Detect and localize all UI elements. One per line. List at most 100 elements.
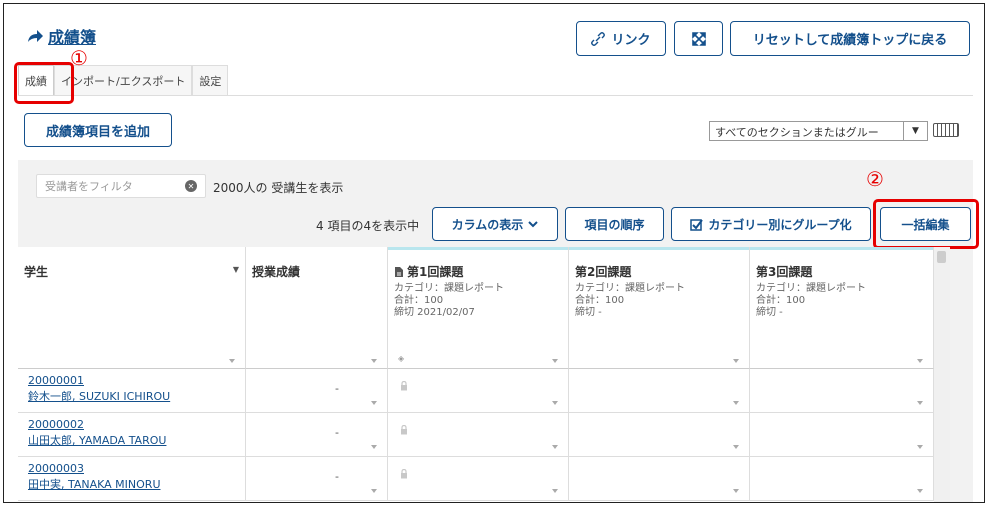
cell-menu-icon[interactable] bbox=[552, 489, 558, 493]
student-id-link[interactable]: 20000003 bbox=[28, 462, 84, 475]
course-grade-value: - bbox=[335, 426, 339, 439]
vertical-scrollbar[interactable] bbox=[934, 247, 950, 502]
assignment-3-due: 締切 - bbox=[756, 307, 783, 318]
student-id-link[interactable]: 20000002 bbox=[28, 418, 84, 431]
cell-menu-icon[interactable] bbox=[917, 489, 923, 493]
share-arrow-icon bbox=[28, 30, 43, 42]
student-name-link[interactable]: 鈴木一郎, SUZUKI ICHIROU bbox=[28, 388, 170, 404]
column-menu-icon[interactable] bbox=[229, 359, 235, 363]
cell-menu-icon[interactable] bbox=[917, 401, 923, 405]
tab-divider bbox=[18, 95, 973, 96]
table-row: 20000003 田中実, TANAKA MINORU - bbox=[18, 457, 934, 501]
column-display-label: カラムの表示 bbox=[451, 217, 524, 232]
item-order-button[interactable]: 項目の順序 bbox=[565, 207, 664, 241]
cell-menu-icon[interactable] bbox=[552, 445, 558, 449]
column-course-grade-label: 授業成績 bbox=[252, 265, 301, 279]
group-by-category-label: カテゴリー別にグループ化 bbox=[708, 217, 852, 232]
cell-menu-icon[interactable] bbox=[371, 401, 377, 405]
tab-settings[interactable]: 設定 bbox=[192, 65, 229, 95]
student-id-link[interactable]: 20000001 bbox=[28, 374, 84, 387]
column-menu-icon[interactable] bbox=[917, 359, 923, 363]
column-header-course-grade[interactable]: 授業成績 bbox=[246, 247, 388, 369]
add-gradebook-item-button[interactable]: 成績簿項目を追加 bbox=[24, 113, 172, 147]
student-cell: 20000002 山田太郎, YAMADA TAROU bbox=[18, 413, 246, 457]
course-grade-value: - bbox=[335, 470, 339, 483]
column-header-assignment-2[interactable]: 第2回課題 カテゴリ：課題レポート 合計：100 締切 - bbox=[569, 247, 750, 369]
column-header-assignment-1[interactable]: 第1回課題 カテゴリ：課題レポート 合計：100 締切 2021/02/07 ◈ bbox=[388, 247, 569, 369]
grade-cell[interactable] bbox=[750, 369, 934, 413]
student-filter-input[interactable]: 受講者をフィルタ ✕ bbox=[36, 174, 206, 198]
clear-icon[interactable]: ✕ bbox=[185, 180, 197, 192]
course-grade-value: - bbox=[335, 382, 339, 395]
assignment-1-due: 締切 2021/02/07 bbox=[394, 307, 475, 318]
items-showing-text: 4 項目の4を表示中 bbox=[316, 219, 420, 233]
column-menu-icon[interactable] bbox=[552, 359, 558, 363]
group-by-category-button[interactable]: カテゴリー別にグループ化 bbox=[671, 207, 871, 241]
scrollbar-thumb[interactable] bbox=[937, 251, 946, 263]
section-group-select[interactable]: すべてのセクションまたはグルー ▼ bbox=[709, 121, 928, 141]
course-grade-cell[interactable]: - bbox=[246, 413, 388, 457]
cell-menu-icon[interactable] bbox=[917, 445, 923, 449]
checkbox-icon bbox=[690, 218, 704, 231]
grade-cell[interactable] bbox=[569, 413, 750, 457]
item-order-label: 項目の順序 bbox=[584, 217, 645, 232]
assignment-2-due: 締切 - bbox=[575, 307, 602, 318]
link-icon bbox=[591, 31, 606, 46]
column-menu-icon[interactable] bbox=[371, 359, 377, 363]
grades-table: 学生 ▼ 授業成績 第1回課題 カテゴリ：課題レポート 合計：100 締切 20… bbox=[18, 247, 948, 502]
lock-icon bbox=[401, 469, 407, 479]
reset-button-label: リセットして成績簿トップに戻る bbox=[752, 33, 948, 48]
gradebook-window: 成績簿 リンク リセットして成績簿トップに戻る 成績 インポート/エクスポート … bbox=[3, 3, 985, 503]
column-header-student[interactable]: 学生 ▼ bbox=[18, 247, 246, 369]
page-title: 成績簿 bbox=[26, 24, 96, 48]
student-name-link[interactable]: 山田太郎, YAMADA TAROU bbox=[28, 432, 166, 448]
assignment-3-name: 第3回課題 bbox=[756, 265, 813, 279]
cell-menu-icon[interactable] bbox=[371, 445, 377, 449]
chevron-down-icon bbox=[528, 221, 539, 228]
assignment-2-total: 合計：100 bbox=[575, 295, 625, 306]
table-row: 20000002 山田太郎, YAMADA TAROU - bbox=[18, 413, 934, 457]
student-count-text: 2000人の 受講生を表示 bbox=[213, 181, 344, 195]
student-name-link[interactable]: 田中実, TANAKA MINORU bbox=[28, 476, 161, 492]
cell-menu-icon[interactable] bbox=[733, 401, 739, 405]
assignment-1-category: カテゴリ：課題レポート bbox=[394, 283, 504, 294]
grade-cell[interactable] bbox=[569, 369, 750, 413]
student-cell: 20000001 鈴木一郎, SUZUKI ICHIROU bbox=[18, 369, 246, 413]
section-select-value: すべてのセクションまたはグルー bbox=[715, 126, 879, 139]
student-cell: 20000003 田中実, TANAKA MINORU bbox=[18, 457, 246, 501]
grade-cell[interactable] bbox=[750, 413, 934, 457]
assignment-1-total: 合計：100 bbox=[394, 295, 444, 306]
assignment-3-category: カテゴリ：課題レポート bbox=[756, 283, 866, 294]
fullscreen-button[interactable] bbox=[674, 21, 723, 56]
tab-import-export-label: インポート/エクスポート bbox=[61, 74, 186, 88]
grade-cell[interactable] bbox=[388, 369, 569, 413]
link-button-label: リンク bbox=[611, 33, 651, 48]
annotation-2: ② bbox=[866, 167, 884, 191]
grade-cell[interactable] bbox=[388, 413, 569, 457]
column-display-button[interactable]: カラムの表示 bbox=[432, 207, 558, 241]
cell-menu-icon[interactable] bbox=[733, 489, 739, 493]
grade-cell[interactable] bbox=[569, 457, 750, 501]
keyboard-icon[interactable] bbox=[933, 123, 959, 137]
table-row: 20000001 鈴木一郎, SUZUKI ICHIROU - bbox=[18, 369, 934, 413]
filter-placeholder: 受講者をフィルタ bbox=[45, 180, 133, 193]
gradebook-title-link[interactable]: 成績簿 bbox=[48, 24, 96, 48]
column-menu-icon[interactable] bbox=[733, 359, 739, 363]
link-button[interactable]: リンク bbox=[576, 21, 666, 56]
column-header-assignment-3[interactable]: 第3回課題 カテゴリ：課題レポート 合計：100 締切 - bbox=[750, 247, 934, 369]
tab-settings-label: 設定 bbox=[199, 74, 222, 88]
reset-gradebook-button[interactable]: リセットして成績簿トップに戻る bbox=[730, 21, 970, 56]
assignment-2-category: カテゴリ：課題レポート bbox=[575, 283, 685, 294]
sort-down-icon[interactable]: ▼ bbox=[233, 265, 239, 274]
lock-icon bbox=[401, 425, 407, 435]
assignment-3-total: 合計：100 bbox=[756, 295, 806, 306]
cell-menu-icon[interactable] bbox=[371, 489, 377, 493]
course-grade-cell[interactable]: - bbox=[246, 457, 388, 501]
cell-menu-icon[interactable] bbox=[552, 401, 558, 405]
eye-icon: ◈ bbox=[398, 354, 405, 363]
grade-cell[interactable] bbox=[388, 457, 569, 501]
cell-menu-icon[interactable] bbox=[733, 445, 739, 449]
course-grade-cell[interactable]: - bbox=[246, 369, 388, 413]
grade-cell[interactable] bbox=[750, 457, 934, 501]
chevron-down-icon: ▼ bbox=[903, 122, 927, 140]
